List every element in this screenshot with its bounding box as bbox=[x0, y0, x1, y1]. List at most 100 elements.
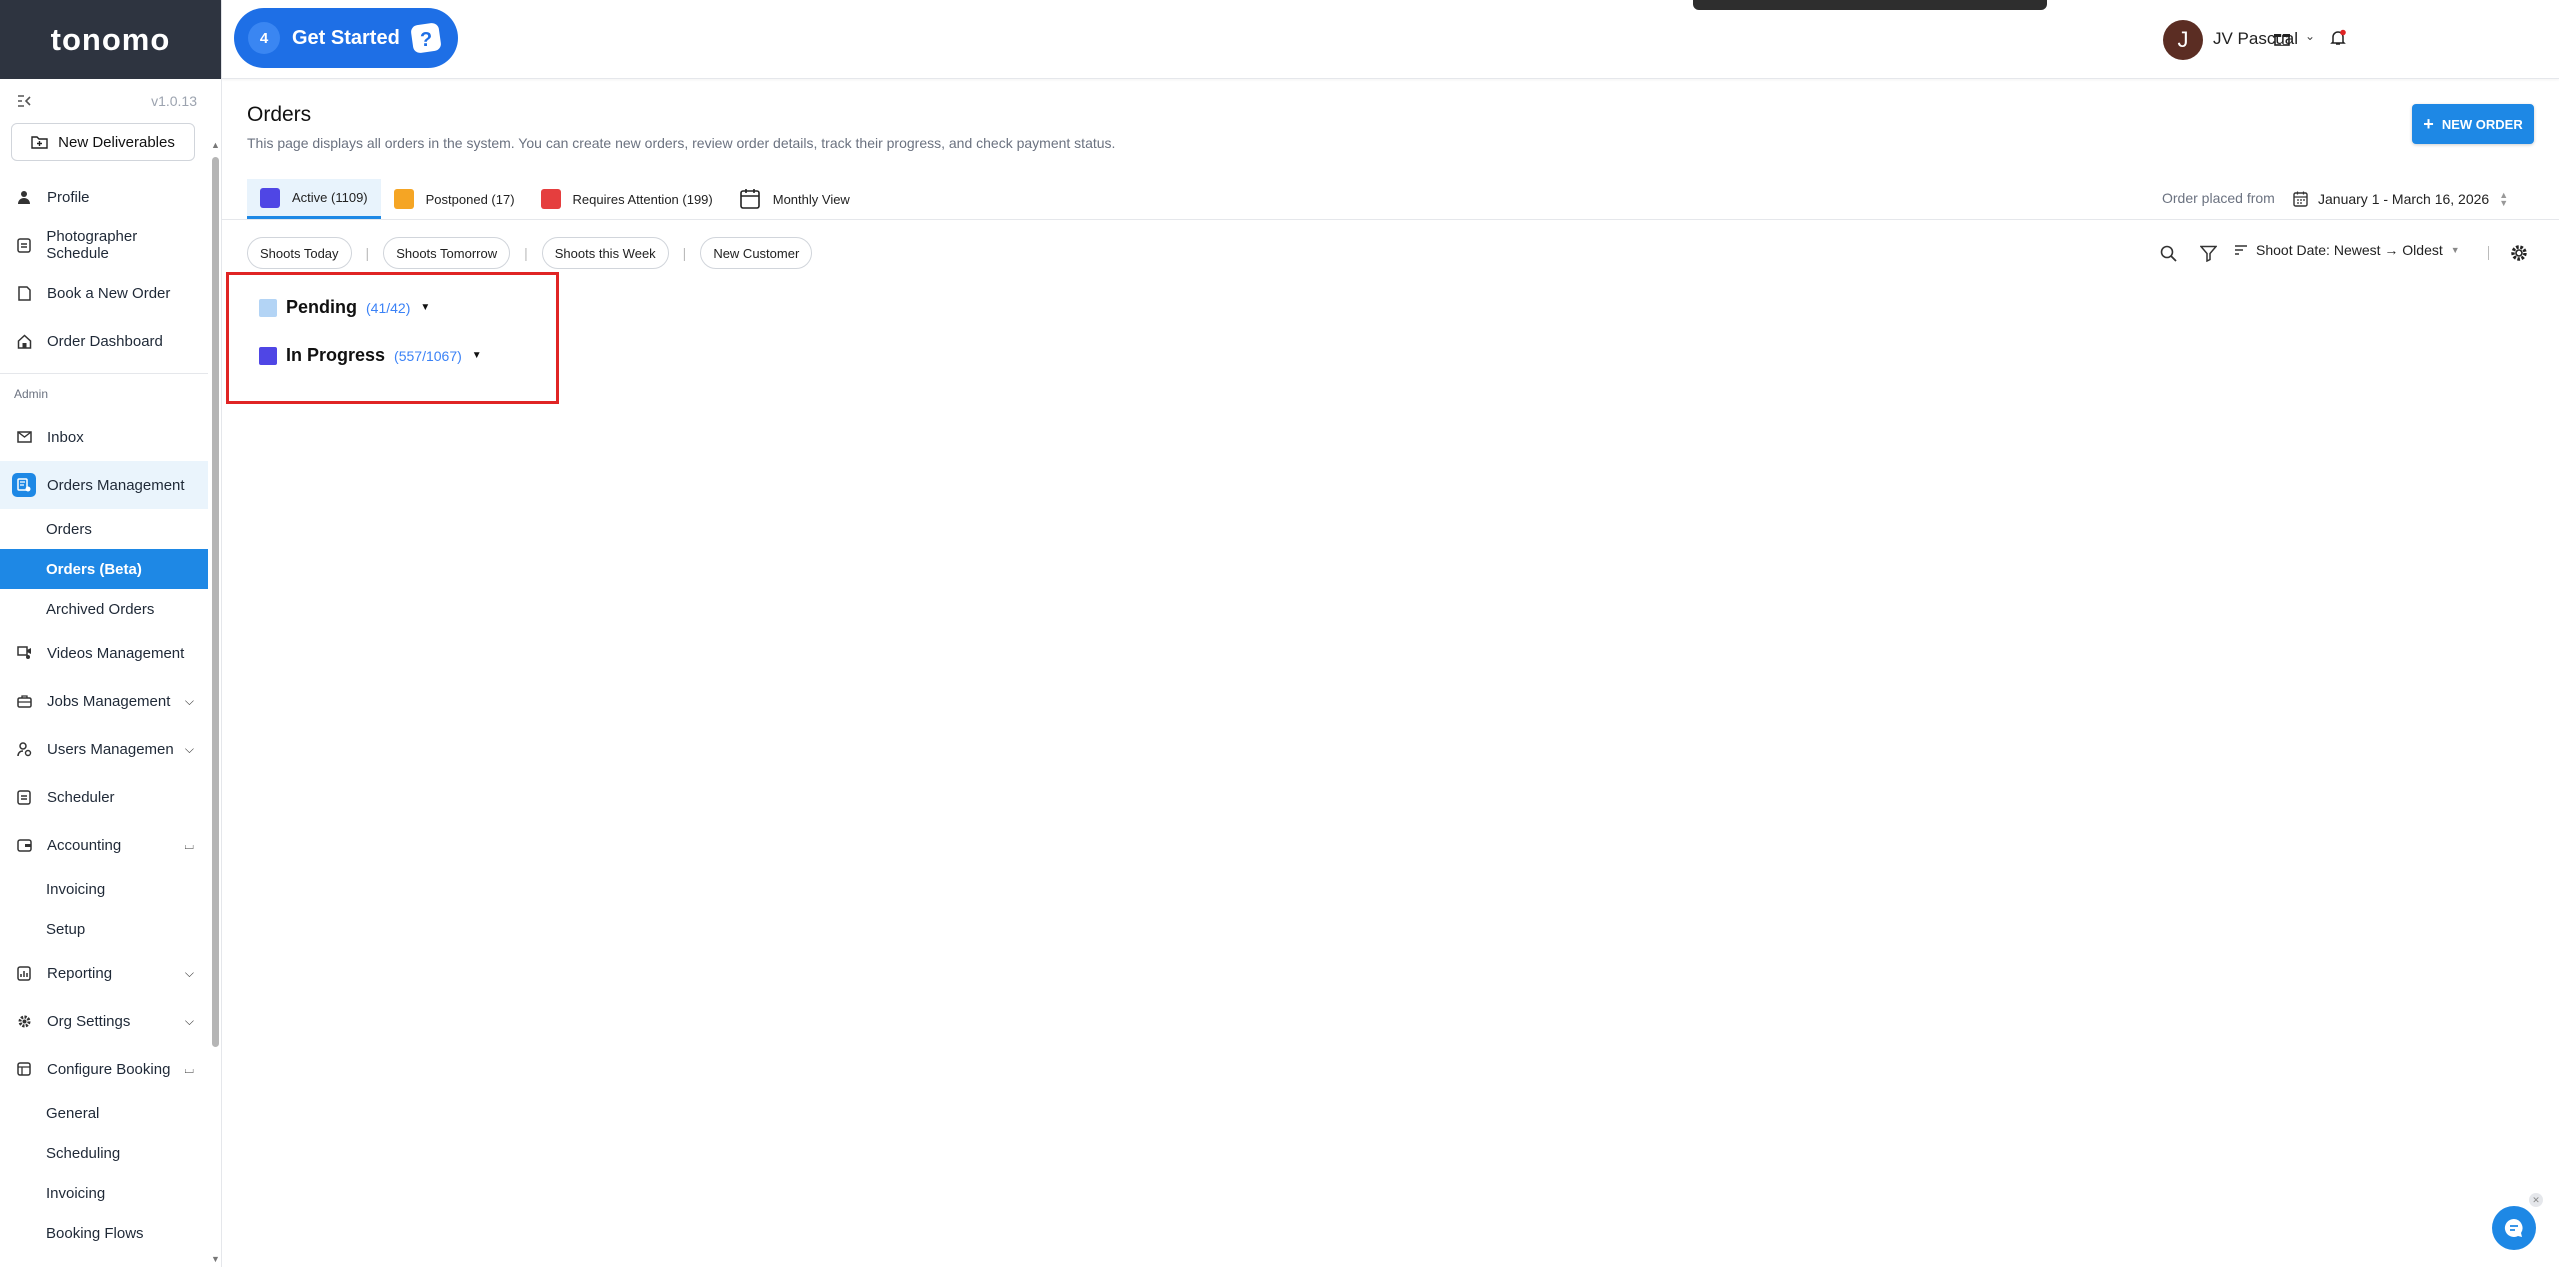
wallet-icon bbox=[15, 836, 33, 854]
sidebar-item-scheduler[interactable]: Scheduler bbox=[0, 773, 208, 821]
chat-support-button[interactable] bbox=[2492, 1206, 2536, 1250]
tab-label: Requires Attention (199) bbox=[572, 191, 713, 207]
sidebar-item-label: Scheduler bbox=[47, 788, 115, 806]
scheduler-icon bbox=[15, 788, 33, 806]
top-header: 4 Get Started ? bbox=[222, 0, 2559, 79]
sidebar-subitem-orders-beta[interactable]: Orders (Beta) bbox=[0, 549, 208, 589]
sidebar-item-users-management[interactable]: Users Managemen ⌵ bbox=[0, 725, 208, 773]
scroll-down-arrow[interactable]: ▼ bbox=[211, 1254, 220, 1264]
sidebar-item-accounting[interactable]: Accounting ⌴ bbox=[0, 821, 208, 869]
app-version: v1.0.13 bbox=[151, 93, 197, 109]
sidebar-item-org-settings[interactable]: Org Settings ⌵ bbox=[0, 997, 208, 1045]
tab-color-swatch bbox=[540, 189, 561, 209]
date-range-value: January 1 - March 16, 2026 bbox=[2318, 191, 2490, 207]
group-name: In Progress bbox=[286, 345, 386, 365]
sidebar-item-photographer-schedule[interactable]: Photographer Schedule bbox=[0, 221, 208, 269]
briefcase-icon bbox=[15, 692, 33, 710]
sidebar-subitem-invoicing[interactable]: Invoicing bbox=[0, 869, 208, 909]
chip-new-customer[interactable]: New Customer bbox=[700, 237, 813, 269]
sidebar: tonomo v1.0.13 New Deliverables Profile … bbox=[0, 0, 222, 1267]
sidebar-subitem-archived-orders[interactable]: Archived Orders bbox=[0, 589, 208, 629]
sidebar-scrollbar[interactable] bbox=[212, 157, 219, 1047]
sidebar-item-configure-booking[interactable]: Configure Booking ⌴ bbox=[0, 1045, 208, 1093]
sort-lines-icon bbox=[2235, 245, 2247, 255]
chevron-down-icon[interactable]: ⌵ bbox=[185, 966, 194, 981]
highlight-box: Pending (41/42) ▼ In Progress (557/1067)… bbox=[226, 272, 559, 404]
video-icon bbox=[15, 644, 33, 662]
svg-text:?: ? bbox=[420, 29, 432, 51]
scroll-up-arrow[interactable]: ▲ bbox=[211, 140, 220, 150]
search-icon[interactable] bbox=[2156, 241, 2180, 265]
caret-down-icon: ▼ bbox=[2450, 245, 2460, 255]
page-description: This page displays all orders in the sys… bbox=[247, 135, 1116, 151]
booking-icon bbox=[15, 1060, 33, 1078]
date-range-picker[interactable]: January 1 - March 16, 2026 ▲ ▼ bbox=[2293, 182, 2508, 216]
tab-monthly-view[interactable]: Monthly View bbox=[726, 179, 863, 219]
tab-postponed[interactable]: Postponed (17) bbox=[381, 179, 528, 219]
chip-shoots-this-week[interactable]: Shoots this Week bbox=[541, 237, 669, 269]
chevron-down-icon[interactable]: ⌵ bbox=[185, 694, 194, 709]
filter-icon[interactable] bbox=[2196, 241, 2220, 265]
chip-shoots-today[interactable]: Shoots Today bbox=[247, 237, 352, 269]
sidebar-subitem-booking-flows[interactable]: Booking Flows bbox=[0, 1213, 208, 1253]
tab-requires-attention[interactable]: Requires Attention (199) bbox=[528, 179, 726, 219]
new-order-label: NEW ORDER bbox=[2441, 116, 2523, 132]
notification-bell-icon[interactable] bbox=[2327, 27, 2349, 49]
sidebar-subitem-orders[interactable]: Orders bbox=[0, 509, 208, 549]
settings-gear-icon[interactable] bbox=[2507, 241, 2531, 265]
sort-selector[interactable]: Shoot Date: Newest → Oldest ▼ bbox=[2234, 242, 2460, 258]
group-pending[interactable]: Pending (41/42) ▼ bbox=[259, 297, 430, 318]
sidebar-subitem-setup[interactable]: Setup bbox=[0, 909, 208, 949]
app-logo[interactable]: tonomo bbox=[0, 0, 221, 79]
group-in-progress[interactable]: In Progress (557/1067) ▼ bbox=[259, 345, 482, 366]
sidebar-item-jobs-management[interactable]: Jobs Management ⌵ bbox=[0, 677, 208, 725]
calendar-icon bbox=[2293, 191, 2308, 207]
chip-shoots-tomorrow[interactable]: Shoots Tomorrow bbox=[383, 237, 511, 269]
chevron-down-icon[interactable]: ⌵ bbox=[185, 1014, 194, 1029]
new-deliverables-button[interactable]: New Deliverables bbox=[11, 123, 195, 161]
group-color-swatch bbox=[259, 346, 277, 365]
collapse-sidebar-icon[interactable] bbox=[14, 91, 36, 111]
sidebar-item-order-dashboard[interactable]: Order Dashboard bbox=[0, 317, 208, 365]
sidebar-item-inbox[interactable]: Inbox bbox=[0, 413, 208, 461]
user-name[interactable]: JV Pascual bbox=[2213, 29, 2298, 49]
date-filter-label: Order placed from bbox=[2162, 190, 2275, 206]
group-count: (557/1067) bbox=[394, 347, 462, 364]
sidebar-item-profile[interactable]: Profile bbox=[0, 173, 208, 221]
get-started-button[interactable]: 4 Get Started ? bbox=[234, 8, 458, 68]
chevron-up-icon[interactable]: ⌴ bbox=[184, 838, 194, 853]
sidebar-item-label: Org Settings bbox=[47, 1012, 131, 1030]
sidebar-item-label: Configure Booking bbox=[47, 1060, 171, 1078]
sidebar-item-orders-management[interactable]: Orders Management bbox=[0, 461, 208, 509]
sidebar-item-videos-management[interactable]: Videos Management bbox=[0, 629, 208, 677]
avatar[interactable]: J bbox=[2163, 20, 2203, 60]
sidebar-subitem-booking-invoicing[interactable]: Invoicing bbox=[0, 1173, 208, 1213]
chevron-up-icon[interactable]: ⌴ bbox=[184, 1062, 194, 1077]
sidebar-subitem-general[interactable]: General bbox=[0, 1093, 208, 1133]
sidebar-nav: Profile Photographer Schedule Book a New… bbox=[0, 173, 221, 1253]
sidebar-section-admin: Admin bbox=[0, 373, 208, 413]
sidebar-item-label: Accounting bbox=[47, 836, 122, 854]
status-tabs: Active (1109) Postponed (17) Requires At… bbox=[247, 179, 863, 219]
caret-down-icon[interactable]: ▼ bbox=[420, 302, 430, 313]
home-icon bbox=[15, 332, 33, 350]
sidebar-item-label: Users Managemen bbox=[47, 740, 174, 758]
chip-separator: | bbox=[682, 245, 687, 261]
help-chat-icon: ? bbox=[411, 23, 441, 53]
tab-active[interactable]: Active (1109) bbox=[247, 179, 381, 219]
sidebar-item-reporting[interactable]: Reporting ⌵ bbox=[0, 949, 208, 997]
chevron-down-icon[interactable]: ⌄ bbox=[2305, 29, 2315, 43]
caret-down-icon[interactable]: ▼ bbox=[472, 350, 482, 361]
tab-color-swatch bbox=[260, 187, 280, 208]
calendar-list-icon bbox=[15, 236, 32, 254]
sidebar-item-label: Orders Management bbox=[47, 476, 185, 494]
new-order-button[interactable]: + NEW ORDER bbox=[2412, 104, 2534, 144]
close-icon[interactable]: ✕ bbox=[2529, 1193, 2543, 1207]
chip-separator: | bbox=[524, 245, 528, 261]
sidebar-item-label: Photographer Schedule bbox=[46, 228, 138, 262]
group-color-swatch bbox=[259, 298, 277, 317]
sidebar-item-book-new-order[interactable]: Book a New Order bbox=[0, 269, 208, 317]
chevron-down-icon[interactable]: ⌵ bbox=[185, 742, 194, 757]
sidebar-subitem-scheduling[interactable]: Scheduling bbox=[0, 1133, 208, 1173]
sidebar-item-label: Order Dashboard bbox=[47, 332, 163, 350]
